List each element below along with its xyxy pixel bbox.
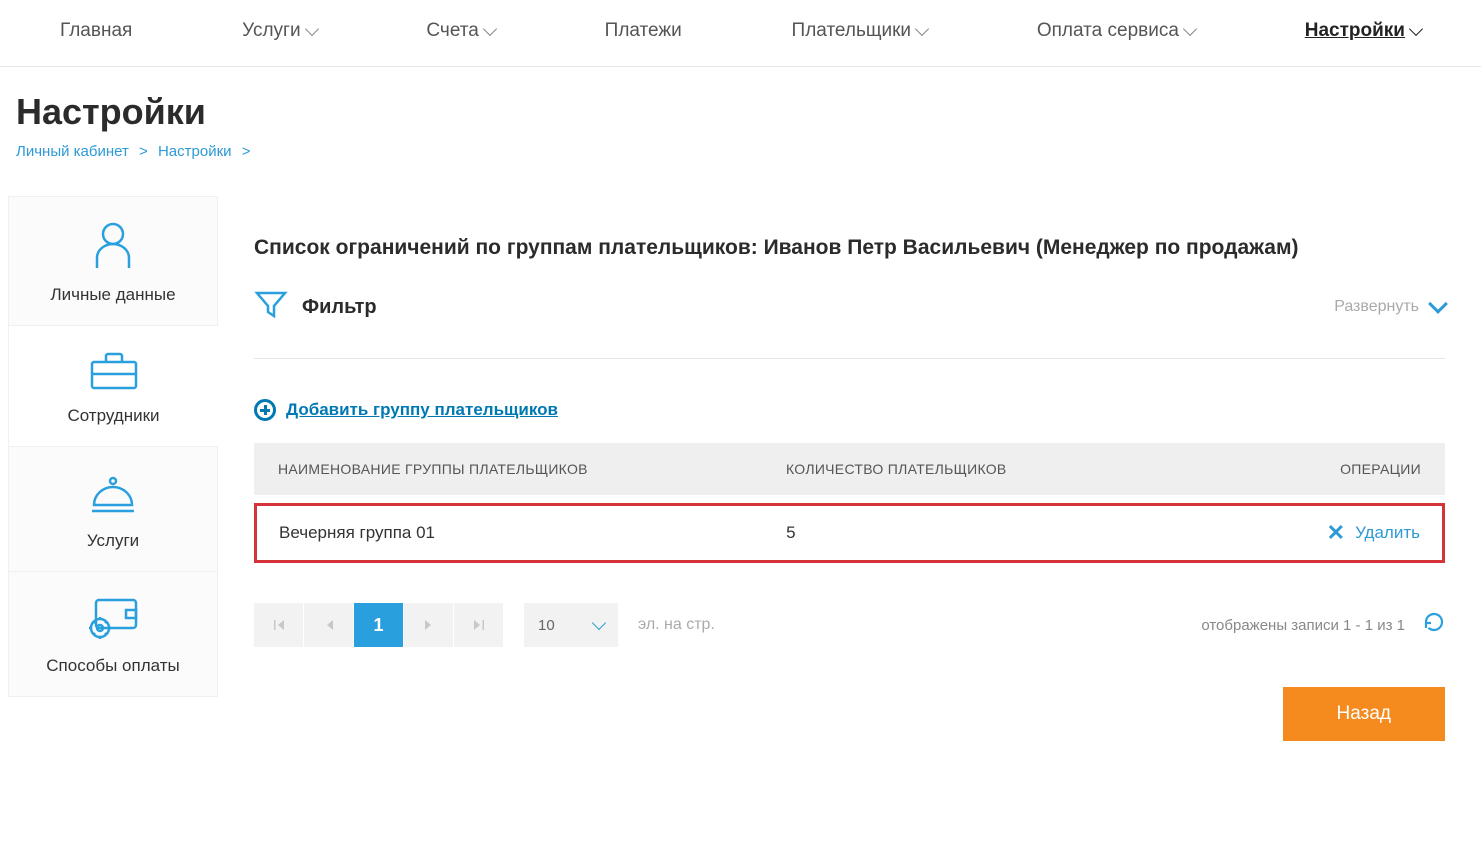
pager-first[interactable] (254, 603, 304, 647)
sidebar-item-payment-methods[interactable]: Способы оплаты (8, 572, 218, 697)
pagination: 1 10 эл. на стр. отображены записи 1 - 1… (254, 603, 1445, 647)
nav-main[interactable]: Главная (60, 20, 132, 42)
cell-count: 5 (786, 523, 1166, 543)
breadcrumb: Личный кабинет > Настройки > (16, 143, 1465, 160)
sidebar-item-label: Услуги (17, 531, 209, 551)
wallet-gear-icon (86, 596, 140, 640)
nav-service-payment[interactable]: Оплата сервиса (1037, 20, 1195, 42)
delete-label: Удалить (1355, 523, 1420, 543)
breadcrumb-link[interactable]: Настройки (158, 143, 232, 160)
col-count: КОЛИЧЕСТВО ПЛАТЕЛЬЩИКОВ (786, 461, 1167, 477)
breadcrumb-sep: > (242, 143, 251, 160)
page-header: Настройки Личный кабинет > Настройки > (0, 67, 1481, 168)
bell-icon (88, 471, 138, 515)
col-ops: ОПЕРАЦИИ (1167, 461, 1421, 477)
chevron-down-icon (1409, 22, 1423, 36)
filter-section: Фильтр Развернуть (254, 288, 1445, 359)
payer-groups-table: НАИМЕНОВАНИЕ ГРУППЫ ПЛАТЕЛЬЩИКОВ КОЛИЧЕС… (254, 443, 1445, 563)
back-button[interactable]: Назад (1283, 687, 1445, 741)
nav-label: Услуги (242, 20, 300, 42)
nav-label: Плательщики (792, 20, 911, 42)
add-link-label: Добавить группу плательщиков (286, 400, 558, 420)
plus-circle-icon (254, 399, 276, 421)
table-header: НАИМЕНОВАНИЕ ГРУППЫ ПЛАТЕЛЬЩИКОВ КОЛИЧЕС… (254, 443, 1445, 495)
filter-icon (254, 288, 288, 326)
page-size-value: 10 (538, 617, 555, 634)
chevron-down-icon (1428, 294, 1448, 314)
refresh-icon[interactable] (1423, 611, 1445, 639)
nav-label: Настройки (1305, 20, 1405, 42)
nav-label: Главная (60, 20, 132, 42)
filter-label: Фильтр (302, 296, 377, 319)
close-icon: ✕ (1327, 522, 1345, 544)
content-title: Список ограничений по группам плательщик… (254, 236, 1445, 260)
page-title: Настройки (16, 91, 1465, 133)
cell-name: Вечерняя группа 01 (279, 523, 786, 543)
chevron-down-icon (483, 22, 497, 36)
pager-last[interactable] (454, 603, 504, 647)
breadcrumb-sep: > (139, 143, 148, 160)
sidebar-item-label: Личные данные (17, 285, 209, 305)
nav-label: Платежи (605, 20, 682, 42)
add-payer-group-link[interactable]: Добавить группу плательщиков (254, 399, 558, 421)
nav-payments[interactable]: Платежи (605, 20, 682, 42)
per-page-label: эл. на стр. (638, 616, 715, 634)
sidebar-item-employees[interactable]: Сотрудники (8, 326, 218, 447)
table-row: Вечерняя группа 01 5 ✕ Удалить (254, 503, 1445, 563)
person-icon (91, 221, 135, 269)
chevron-down-icon (305, 22, 319, 36)
nav-label: Счета (426, 20, 478, 42)
chevron-down-icon (592, 616, 606, 630)
sidebar: Личные данные Сотрудники Услуги (0, 196, 218, 781)
breadcrumb-link[interactable]: Личный кабинет (16, 143, 129, 160)
pager-next[interactable] (404, 603, 454, 647)
sidebar-item-personal-data[interactable]: Личные данные (8, 196, 218, 326)
nav-services[interactable]: Услуги (242, 20, 316, 42)
col-name: НАИМЕНОВАНИЕ ГРУППЫ ПЛАТЕЛЬЩИКОВ (278, 461, 786, 477)
nav-accounts[interactable]: Счета (426, 20, 494, 42)
sidebar-item-label: Способы оплаты (17, 656, 209, 676)
main-content: Список ограничений по группам плательщик… (218, 196, 1481, 781)
pager-page-1[interactable]: 1 (354, 603, 404, 647)
pager-summary: отображены записи 1 - 1 из 1 (1201, 617, 1405, 634)
top-nav: Главная Услуги Счета Платежи Плательщики… (0, 0, 1481, 67)
briefcase-icon (89, 350, 139, 390)
nav-payers[interactable]: Плательщики (792, 20, 927, 42)
page-size-select[interactable]: 10 (524, 603, 618, 647)
chevron-down-icon (915, 22, 929, 36)
filter-toggle-label: Развернуть (1334, 298, 1419, 316)
pager-buttons: 1 (254, 603, 504, 647)
nav-settings[interactable]: Настройки (1305, 20, 1421, 42)
pager-prev[interactable] (304, 603, 354, 647)
delete-button[interactable]: ✕ Удалить (1166, 522, 1420, 544)
sidebar-item-services[interactable]: Услуги (8, 447, 218, 572)
sidebar-item-label: Сотрудники (17, 406, 210, 426)
nav-label: Оплата сервиса (1037, 20, 1179, 42)
chevron-down-icon (1183, 22, 1197, 36)
filter-toggle[interactable]: Развернуть (1334, 298, 1445, 316)
